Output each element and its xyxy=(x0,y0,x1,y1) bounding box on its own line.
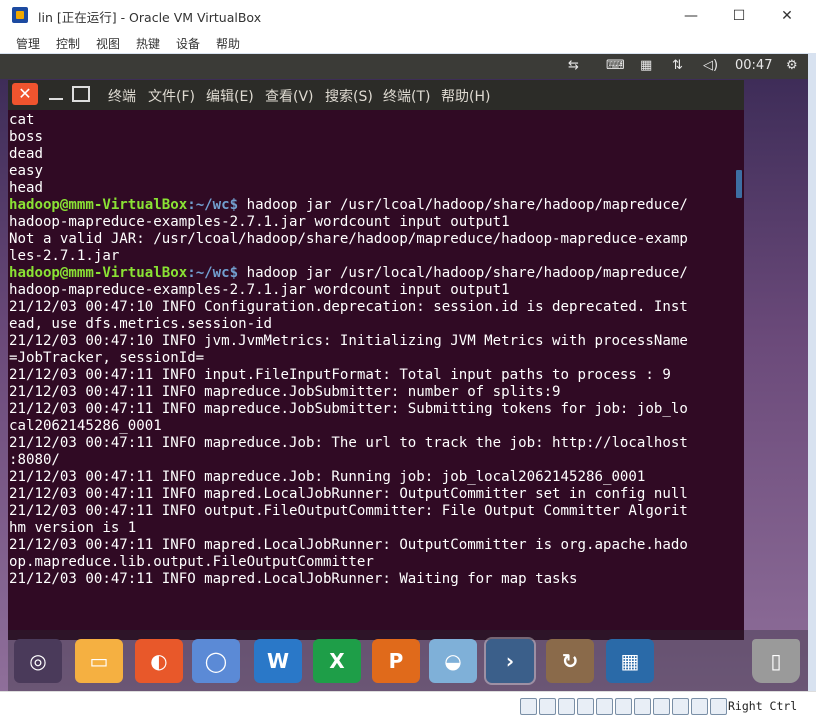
shared-folders-icon[interactable] xyxy=(615,698,632,715)
terminal-menu-help[interactable]: 帮助(H) xyxy=(441,86,490,106)
close-button[interactable]: ✕ xyxy=(764,0,810,31)
impress-icon[interactable]: P xyxy=(372,639,420,683)
terminal-line: les-2.7.1.jar xyxy=(9,248,120,264)
terminal-line: 21/12/03 00:47:11 INFO output.FileOutput… xyxy=(9,503,688,519)
minimize-button[interactable]: — xyxy=(668,0,714,31)
cpu-icon[interactable] xyxy=(672,698,689,715)
menu-view[interactable]: 视图 xyxy=(96,35,120,52)
prompt-path: :~/wc$ xyxy=(187,197,239,213)
workspace-switcher-icon[interactable]: ▦ xyxy=(606,639,654,683)
terminal-icon[interactable]: › xyxy=(484,637,536,685)
keyboard-capture-icon[interactable] xyxy=(710,698,727,715)
trash-icon[interactable]: ▯ xyxy=(752,639,800,683)
launcher-dock: ◎ ▭ ◐ ◯ W X P ◒ › ↻ ▦ ▯ xyxy=(8,630,808,691)
terminal-line: 21/12/03 00:47:11 INFO mapreduce.JobSubm… xyxy=(9,384,561,400)
transfer-icon[interactable]: ⇅ xyxy=(672,58,683,73)
writer-icon[interactable]: W xyxy=(254,639,302,683)
hard-disk-icon[interactable] xyxy=(520,698,537,715)
input-method-icon[interactable]: ▦ xyxy=(640,58,652,73)
terminal-maximize-button[interactable] xyxy=(72,86,90,102)
terminal-titlebar: ✕ 终端 文件(F) 编辑(E) 查看(V) 搜索(S) 终端(T) 帮助(H) xyxy=(8,80,744,110)
terminal-menu-terminal[interactable]: 终端(T) xyxy=(383,86,430,106)
prompt-path: :~/wc$ xyxy=(187,265,239,281)
menu-help[interactable]: 帮助 xyxy=(216,35,240,52)
video-capture-icon[interactable] xyxy=(653,698,670,715)
terminal-scrollbar[interactable] xyxy=(736,170,742,198)
menu-hotkey[interactable]: 热键 xyxy=(136,35,160,52)
terminal-text: cat boss dead easy head hadoop@mmm-Virtu… xyxy=(9,112,688,588)
terminal-line: hm version is 1 xyxy=(9,520,137,536)
chromium-icon[interactable]: ◯ xyxy=(192,639,240,683)
menu-manage[interactable]: 管理 xyxy=(16,35,40,52)
terminal-menu-file[interactable]: 文件(F) xyxy=(148,86,195,106)
menu-control[interactable]: 控制 xyxy=(56,35,80,52)
audio-icon[interactable] xyxy=(558,698,575,715)
terminal-line: op.mapreduce.lib.output.FileOutputCommit… xyxy=(9,554,374,570)
settings-icon[interactable]: ⚙ xyxy=(786,58,798,73)
network-icon[interactable]: ⇆ xyxy=(568,58,579,73)
prompt-user: hadoop@mmm-VirtualBox xyxy=(9,265,188,281)
vbox-menubar: 管理 控制 视图 热键 设备 帮助 xyxy=(0,31,816,53)
prompt-user: hadoop@mmm-VirtualBox xyxy=(9,197,188,213)
software-updater-icon[interactable]: ↻ xyxy=(546,639,594,683)
menu-devices[interactable]: 设备 xyxy=(176,35,200,52)
command-text: hadoop jar /usr/local/hadoop/share/hadoo… xyxy=(238,265,688,281)
terminal-line: 21/12/03 00:47:10 INFO jvm.JvmMetrics: I… xyxy=(9,333,688,349)
terminal-output[interactable]: cat boss dead easy head hadoop@mmm-Virtu… xyxy=(8,110,744,640)
terminal-line: cat xyxy=(9,112,35,128)
command-text: hadoop jar /usr/lcoal/hadoop/share/hadoo… xyxy=(238,197,688,213)
software-center-icon[interactable]: ◒ xyxy=(429,639,477,683)
terminal-line: 21/12/03 00:47:10 INFO Configuration.dep… xyxy=(9,299,688,315)
guest-desktop: ⇆ ⌨ ▦ ⇅ ◁) 00:47 ⚙ ✕ 终端 文件(F) 编辑(E) 查看(V… xyxy=(0,54,808,691)
guest-top-panel: ⇆ ⌨ ▦ ⇅ ◁) 00:47 ⚙ xyxy=(0,54,808,79)
optical-drive-icon[interactable] xyxy=(539,698,556,715)
terminal-line: 21/12/03 00:47:11 INFO input.FileInputFo… xyxy=(9,367,671,383)
terminal-line: ead, use dfs.metrics.session-id xyxy=(9,316,273,332)
virtualbox-logo-icon xyxy=(12,7,28,23)
vbox-titlebar: lin [正在运行] - Oracle VM VirtualBox — ☐ ✕ xyxy=(0,0,816,32)
mouse-integration-icon[interactable] xyxy=(691,698,708,715)
terminal-menu-view[interactable]: 查看(V) xyxy=(265,86,314,106)
terminal-line: head xyxy=(9,180,43,196)
firefox-icon[interactable]: ◐ xyxy=(135,639,183,683)
terminal-line: 21/12/03 00:47:11 INFO mapreduce.Job: Th… xyxy=(9,435,688,451)
vbox-statusbar: Right Ctrl xyxy=(0,691,816,724)
calc-icon[interactable]: X xyxy=(313,639,361,683)
terminal-line: hadoop-mapreduce-examples-2.7.1.jar word… xyxy=(9,282,510,298)
terminal-line: easy xyxy=(9,163,43,179)
terminal-line: 21/12/03 00:47:11 INFO mapreduce.JobSubm… xyxy=(9,401,688,417)
window-title: lin [正在运行] - Oracle VM VirtualBox xyxy=(38,10,262,25)
volume-icon[interactable]: ◁) xyxy=(703,58,718,73)
terminal-line: 21/12/03 00:47:11 INFO mapred.LocalJobRu… xyxy=(9,486,688,502)
display-icon[interactable] xyxy=(634,698,651,715)
terminal-line: Not a valid JAR: /usr/lcoal/hadoop/share… xyxy=(9,231,688,247)
host-key-label: Right Ctrl xyxy=(728,699,798,713)
ubuntu-logo-icon[interactable]: ◎ xyxy=(14,639,62,683)
usb-icon[interactable] xyxy=(596,698,613,715)
terminal-line: boss xyxy=(9,129,43,145)
keyboard-icon[interactable]: ⌨ xyxy=(606,58,625,73)
terminal-line: 21/12/03 00:47:11 INFO mapred.LocalJobRu… xyxy=(9,537,688,553)
files-icon[interactable]: ▭ xyxy=(75,639,123,683)
terminal-menu-search[interactable]: 搜索(S) xyxy=(325,86,373,106)
terminal-menu-edit[interactable]: 编辑(E) xyxy=(206,86,254,106)
terminal-line: hadoop-mapreduce-examples-2.7.1.jar word… xyxy=(9,214,510,230)
clock[interactable]: 00:47 xyxy=(735,58,772,73)
terminal-line: 21/12/03 00:47:11 INFO mapreduce.Job: Ru… xyxy=(9,469,646,485)
terminal-line: dead xyxy=(9,146,43,162)
terminal-minimize-button[interactable] xyxy=(46,86,66,104)
terminal-line: :8080/ xyxy=(9,452,60,468)
terminal-line: cal2062145286_0001 xyxy=(9,418,162,434)
maximize-button[interactable]: ☐ xyxy=(716,0,762,31)
terminal-app-name: 终端 xyxy=(108,89,136,105)
terminal-line: 21/12/03 00:47:11 INFO mapred.LocalJobRu… xyxy=(9,571,578,587)
terminal-close-button[interactable]: ✕ xyxy=(12,83,38,105)
terminal-line: =JobTracker, sessionId= xyxy=(9,350,205,366)
network-adapter-icon[interactable] xyxy=(577,698,594,715)
